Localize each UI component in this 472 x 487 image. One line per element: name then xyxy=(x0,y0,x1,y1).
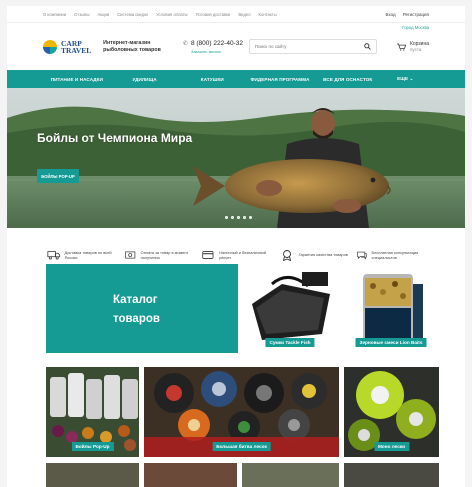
top-link-reviews[interactable]: Отзывы xyxy=(74,12,89,17)
slider-dot[interactable] xyxy=(243,216,246,219)
nav-item-feeder[interactable]: ФИДЕРНАЯ ПРОГРАММА xyxy=(246,77,314,82)
catalog-tile-popups[interactable]: Бойлы Pop-Up xyxy=(46,367,139,457)
top-link-video[interactable]: Видео xyxy=(238,12,250,17)
tile-label: Зерновые смеси Lion Baits xyxy=(355,338,427,347)
nav-item-bait[interactable]: ПИТАНИЕ И НАСАДКИ xyxy=(43,77,111,82)
catalog-tile-partial[interactable] xyxy=(46,463,139,487)
truck-icon xyxy=(47,250,61,259)
cart-status: пуста xyxy=(409,47,422,52)
feature-quality: Гарантия качества товаров xyxy=(279,249,348,261)
cart[interactable]: Корзина пуста xyxy=(396,41,429,52)
catalog-tile-line-battle[interactable]: Большая битва лесок xyxy=(144,367,339,457)
hero-title: Бойлы от Чемпиона Мира xyxy=(37,131,193,145)
quality-badge-icon xyxy=(282,249,291,261)
top-link-delivery[interactable]: Условия доставки xyxy=(196,12,231,17)
catalog-tile-partial[interactable] xyxy=(144,463,237,487)
top-link-about[interactable]: О компании xyxy=(43,12,66,17)
catalog-tile-bags[interactable]: Сумки Tackle Fish xyxy=(242,264,338,353)
tile-label: Сумки Tackle Fish xyxy=(265,338,315,347)
feature-cod: Оплата за товар в момент получения xyxy=(124,249,193,261)
logo-icon xyxy=(43,39,57,54)
auth-links: Вход Регистрация xyxy=(386,12,430,17)
feature-consultation: Бесплатная консультация специалистов xyxy=(356,249,425,261)
catalog-title-tile[interactable]: Каталог товаров xyxy=(46,264,238,353)
slider-dot[interactable] xyxy=(237,216,240,219)
feature-payment: Наличный и безналичный расчет xyxy=(201,249,270,261)
nav-item-reels[interactable]: КАТУШКИ xyxy=(178,77,246,82)
hero-image xyxy=(7,88,465,228)
nav-item-rigs[interactable]: ВСЕ ДЛЯ ОСНАСТОК xyxy=(314,77,382,82)
tile-label: Большая битва лесок xyxy=(212,442,271,451)
header: Город Москва CARP TRAVEL Интернет-магази… xyxy=(7,23,465,70)
top-bar: О компании Отзывы Акции Система скидок У… xyxy=(7,6,465,23)
chat-icon xyxy=(356,251,367,259)
cash-on-delivery-icon xyxy=(125,251,136,258)
hero-banner[interactable]: Бойлы от Чемпиона Мира БОЙЛЫ POP-UP xyxy=(7,88,465,228)
slider-dot-active[interactable] xyxy=(249,216,252,219)
tagline: Интернет-магазин рыболовных товаров xyxy=(103,40,161,53)
top-link-contacts[interactable]: Контакты xyxy=(259,12,277,17)
top-link-payment[interactable]: Условия оплаты xyxy=(156,12,188,17)
main-nav: ПИТАНИЕ И НАСАДКИ УДИЛИЩА КАТУШКИ ФИДЕРН… xyxy=(7,70,465,88)
catalog-tile-lion-baits[interactable]: Зерновые смеси Lion Baits xyxy=(343,264,439,353)
catalog-title: Каталог товаров xyxy=(113,294,160,325)
phone-number[interactable]: ✆ 8 (800) 222-40-32 xyxy=(183,40,247,47)
card-payment-icon xyxy=(202,250,214,259)
search-input[interactable] xyxy=(254,44,355,49)
tile-label: Моно лески xyxy=(373,442,410,451)
cart-icon xyxy=(396,43,406,51)
search-icon[interactable] xyxy=(364,43,371,50)
chevron-down-icon: ⌄ xyxy=(409,76,414,81)
top-link-promotions[interactable]: Акции xyxy=(97,12,109,17)
slider-dot[interactable] xyxy=(231,216,234,219)
register-link[interactable]: Регистрация xyxy=(403,12,429,17)
slider-dots xyxy=(225,216,252,219)
catalog-tile-mono-line[interactable]: Моно лески xyxy=(344,367,439,457)
phone-icon: ✆ xyxy=(182,40,188,47)
logo-text: CARP TRAVEL xyxy=(61,38,92,55)
logo[interactable]: CARP TRAVEL xyxy=(43,38,99,55)
top-links: О компании Отзывы Акции Система скидок У… xyxy=(43,12,277,17)
feature-delivery: Доставка товаров по всей России xyxy=(47,249,116,261)
city-selector[interactable]: Город Москва xyxy=(402,25,429,30)
phone-block: ✆ 8 (800) 222-40-32 Заказать звонок xyxy=(183,40,247,54)
nav-item-rods[interactable]: УДИЛИЩА xyxy=(111,77,179,82)
page: О компании Отзывы Акции Система скидок У… xyxy=(7,6,465,487)
tile-label: Бойлы Pop-Up xyxy=(71,442,114,451)
hero-cta-button[interactable]: БОЙЛЫ POP-UP xyxy=(37,169,79,183)
login-link[interactable]: Вход xyxy=(386,12,396,17)
callback-link[interactable]: Заказать звонок xyxy=(191,49,247,54)
catalog-tile-partial[interactable] xyxy=(344,463,439,487)
catalog-tile-partial[interactable] xyxy=(242,463,339,487)
search-box xyxy=(248,39,377,54)
nav-item-more[interactable]: ЕЩЕ ⌄ xyxy=(382,76,429,82)
slider-dot[interactable] xyxy=(225,216,228,219)
top-link-discounts[interactable]: Система скидок xyxy=(117,12,148,17)
